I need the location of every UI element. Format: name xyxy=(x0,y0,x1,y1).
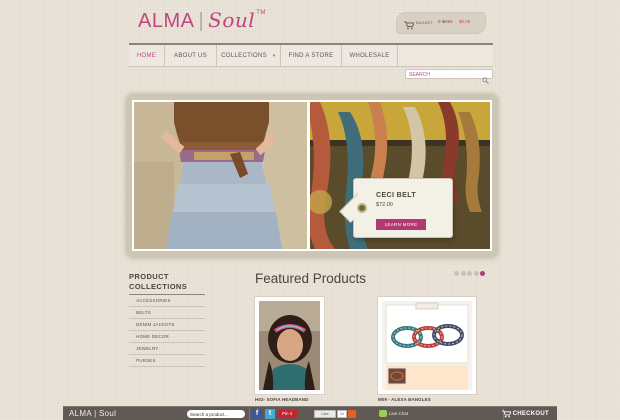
basket-label: BASKET xyxy=(416,20,433,25)
slider-dots xyxy=(454,263,487,276)
slider-dot[interactable] xyxy=(454,271,459,276)
chat-bubble-icon xyxy=(379,410,387,417)
nav-collections[interactable]: COLLECTIONS ▾ xyxy=(217,45,281,67)
nav-about-label: ABOUT US xyxy=(174,53,207,59)
share-icon[interactable] xyxy=(348,410,356,418)
chevron-down-icon: ▾ xyxy=(272,53,276,59)
search-input[interactable] xyxy=(409,71,479,78)
sidebar-item-home-decor[interactable]: HOME DECOR xyxy=(129,331,205,343)
product-card-bangles[interactable] xyxy=(378,297,476,394)
sidebar-item-jewelry[interactable]: JEWELRY xyxy=(129,343,205,355)
nav-wholesale[interactable]: WHOLESALE xyxy=(342,45,398,67)
product-name-headband[interactable]: H02- SOFIA HEADBAND xyxy=(255,397,309,402)
slider-dot[interactable] xyxy=(467,271,472,276)
nav-store-label: FIND A STORE xyxy=(288,53,334,59)
footer-toolbar: ALMA | Soul f t Pin it Like 11 Live Chat… xyxy=(63,406,557,420)
basket-widget[interactable]: BASKET 0 items $0.00 xyxy=(396,12,486,34)
nav-wholesale-label: WHOLESALE xyxy=(349,53,390,59)
pinterest-button[interactable]: Pin it xyxy=(277,410,297,418)
cart-icon xyxy=(501,410,512,420)
product-image-headband xyxy=(259,301,320,390)
search-icon[interactable] xyxy=(482,71,489,89)
hero-photo-skirt xyxy=(134,102,307,249)
footer-divider xyxy=(249,408,250,420)
product-card-headband[interactable] xyxy=(255,297,324,394)
like-count: 11 xyxy=(337,410,347,418)
slider-dot[interactable] xyxy=(473,271,479,276)
site-logo[interactable]: ALMA | SoulTM xyxy=(138,8,266,33)
sidebar-item-belts[interactable]: BELTS xyxy=(129,307,205,319)
footer-search-input[interactable] xyxy=(190,411,234,417)
main-nav: HOME ABOUT US COLLECTIONS ▾ FIND A STORE … xyxy=(129,45,493,67)
nav-about-us[interactable]: ABOUT US xyxy=(165,45,217,67)
logo-name: ALMA xyxy=(138,10,195,32)
twitter-icon[interactable]: t xyxy=(265,409,275,419)
footer-logo[interactable]: ALMA | Soul xyxy=(69,409,116,418)
learn-more-button[interactable]: LEARN MORE xyxy=(376,219,426,230)
facebook-icon[interactable]: f xyxy=(252,409,262,419)
checkout-button[interactable]: CHECKOUT xyxy=(501,409,549,419)
live-chat-button[interactable]: Live Chat xyxy=(379,410,409,418)
basket-total: $0.00 xyxy=(459,19,471,24)
sidebar-title: PRODUCT COLLECTIONS xyxy=(129,272,188,291)
sidebar-item-purses[interactable]: PURSES xyxy=(129,355,205,367)
product-collections-sidebar: PRODUCT COLLECTIONS ACCESSORIES BELTS DE… xyxy=(129,272,205,367)
caption-price: $72.00 xyxy=(376,202,393,208)
basket-items: 0 items xyxy=(438,19,453,24)
sidebar-item-denim-jackets[interactable]: DENIM JACKETS xyxy=(129,319,205,331)
featured-title: Featured Products xyxy=(255,271,367,286)
nav-home[interactable]: HOME xyxy=(129,45,165,67)
search-icon[interactable] xyxy=(237,411,243,420)
logo-separator: | xyxy=(198,10,205,32)
slide-caption: CECI BELT $72.00 LEARN MORE xyxy=(339,178,453,238)
product-image-bangles xyxy=(382,301,472,390)
nav-home-label: HOME xyxy=(136,53,157,59)
footer-search xyxy=(187,410,245,420)
cart-icon xyxy=(404,17,415,35)
product-name-bangles[interactable]: M09 - ALEXA BANGLES xyxy=(378,397,431,402)
nav-collections-label: COLLECTIONS xyxy=(221,53,267,59)
search-box xyxy=(405,69,493,84)
slider-dot[interactable] xyxy=(460,271,466,276)
live-chat-label: Live Chat xyxy=(389,411,409,416)
sidebar-item-accessories[interactable]: ACCESSORIES xyxy=(129,295,205,307)
like-button[interactable]: Like xyxy=(314,410,336,418)
nav-find-a-store[interactable]: FIND A STORE xyxy=(281,45,342,67)
slider-dot-active[interactable] xyxy=(480,271,485,276)
tag-hole-icon xyxy=(357,203,367,213)
logo-tm: TM xyxy=(256,10,266,16)
checkout-label: CHECKOUT xyxy=(512,411,549,417)
caption-title: CECI BELT xyxy=(376,192,417,199)
logo-soul: Soul xyxy=(208,8,256,32)
